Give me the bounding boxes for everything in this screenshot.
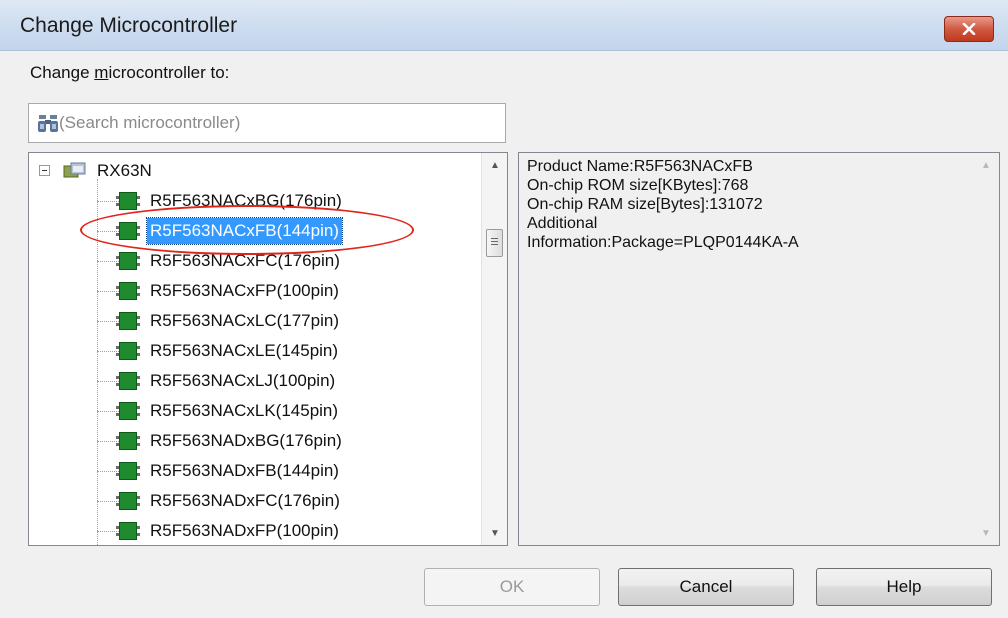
tree-item-label: R5F563NACxFP(100pin) <box>150 281 339 300</box>
chip-icon <box>116 492 140 510</box>
info-text: Product Name:R5F563NACxFB On-chip ROM siz… <box>527 157 967 252</box>
close-button[interactable] <box>944 16 994 42</box>
tree-item[interactable]: R5F563NACxLK(145pin) <box>97 397 477 425</box>
tree-root-label: RX63N <box>97 161 152 180</box>
tree-item-label: R5F563NADxFC(176pin) <box>150 491 340 510</box>
tree-item[interactable]: R5F563NADxBG(176pin) <box>97 427 477 455</box>
chip-icon <box>116 462 140 480</box>
folder-icon <box>63 162 86 178</box>
chip-icon <box>116 282 140 300</box>
chip-icon <box>116 522 140 540</box>
chip-icon <box>116 252 140 270</box>
close-icon <box>962 23 976 35</box>
tree-item-label: R5F563NADxBG(176pin) <box>150 431 342 450</box>
tree-item-label: R5F563NADxFP(100pin) <box>150 521 339 540</box>
scroll-down-arrow-icon[interactable]: ▼ <box>482 521 507 545</box>
change-label-prefix: Change <box>30 63 95 82</box>
chip-icon <box>116 432 140 450</box>
info-line: Additional <box>527 215 598 232</box>
change-to-label: Change microcontroller to: <box>30 63 229 83</box>
scroll-up-arrow-icon: ▲ <box>981 159 991 171</box>
tree-item[interactable]: R5F563NACxFP(100pin) <box>97 277 477 305</box>
scroll-down-arrow-icon: ▼ <box>981 527 991 539</box>
help-button[interactable]: Help <box>816 568 992 606</box>
info-scrollbar: ▲ ▼ <box>973 153 999 545</box>
chip-icon <box>116 192 140 210</box>
ok-button[interactable]: OK <box>424 568 600 606</box>
tree-item[interactable]: R5F563NADxFC(176pin) <box>97 487 477 515</box>
change-label-suffix: icrocontroller to: <box>108 63 230 82</box>
scroll-up-arrow-icon[interactable]: ▲ <box>482 153 507 177</box>
search-box[interactable] <box>28 103 506 143</box>
scroll-thumb[interactable] <box>486 229 503 257</box>
change-label-access-key: m <box>94 63 109 82</box>
tree-item-label: R5F563NACxLJ(100pin) <box>150 371 336 390</box>
window-title: Change Microcontroller <box>20 14 238 37</box>
info-line: Product Name:R5F563NACxFB <box>527 158 753 175</box>
info-line: On-chip ROM size[KBytes]:768 <box>527 177 749 194</box>
info-line: On-chip RAM size[Bytes]:131072 <box>527 196 763 213</box>
tree-item-label: R5F563NACxLC(177pin) <box>150 311 339 330</box>
tree-item-label: R5F563NADxFB(144pin) <box>150 461 339 480</box>
cancel-button[interactable]: Cancel <box>618 568 794 606</box>
chip-icon <box>116 342 140 360</box>
tree-item-label: R5F563NACxLK(145pin) <box>150 401 339 420</box>
tree-item-label: R5F563NACxLE(145pin) <box>150 341 339 360</box>
search-input[interactable] <box>59 110 499 136</box>
tree-item[interactable]: R5F563NACxLJ(100pin) <box>97 367 477 395</box>
chip-icon <box>116 312 140 330</box>
change-microcontroller-dialog: Change Microcontroller Change microcontr… <box>0 0 1008 618</box>
info-line: Information:Package=PLQP0144KA-A <box>527 234 799 251</box>
tree-scrollbar[interactable]: ▲ ▼ <box>481 153 507 545</box>
binoculars-icon <box>38 115 58 132</box>
title-bar[interactable]: Change Microcontroller <box>0 0 1008 51</box>
tree-item[interactable]: R5F563NACxLE(145pin) <box>97 337 477 365</box>
highlight-annotation <box>80 205 414 255</box>
tree-item[interactable]: R5F563NADxFB(144pin) <box>97 457 477 485</box>
chip-icon <box>116 402 140 420</box>
collapse-icon[interactable] <box>39 165 50 176</box>
info-panel: Product Name:R5F563NACxFB On-chip ROM siz… <box>518 152 1000 546</box>
tree-item[interactable]: R5F563NACxLC(177pin) <box>97 307 477 335</box>
tree-item[interactable]: R5F563NADxFP(100pin) <box>97 517 477 545</box>
chip-icon <box>116 372 140 390</box>
